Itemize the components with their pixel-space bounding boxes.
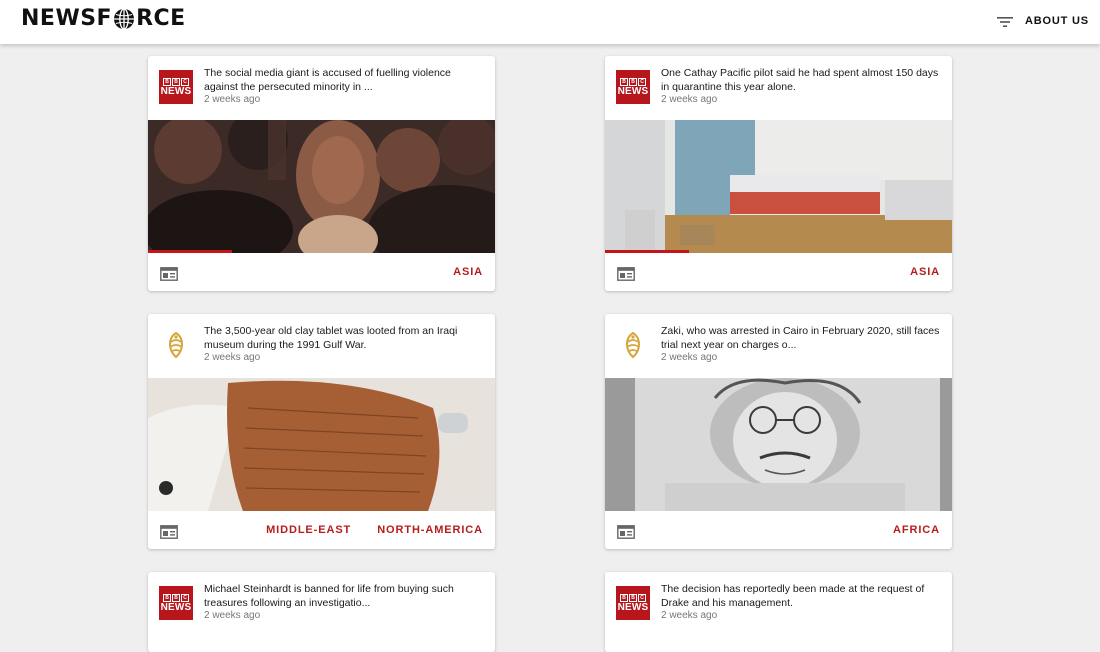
article-icon[interactable] [160, 267, 178, 281]
card-image[interactable] [605, 378, 952, 511]
card-timestamp: 2 weeks ago [661, 94, 718, 105]
article-icon[interactable] [617, 267, 635, 281]
tag-africa[interactable]: AFRICA [893, 524, 940, 536]
filter-icon[interactable] [997, 15, 1013, 29]
bbc-news-logo: BBC NEWS [159, 586, 193, 620]
globe-icon [114, 7, 135, 30]
card-image[interactable] [148, 378, 495, 511]
card-title[interactable]: The decision has reportedly been made at… [661, 582, 943, 610]
card-title[interactable]: Zaki, who was arrested in Cairo in Febru… [661, 324, 943, 352]
card-timestamp: 2 weeks ago [204, 352, 261, 363]
news-card[interactable]: BBC NEWS One Cathay Pacific pilot said h… [605, 56, 952, 291]
tag-north-america[interactable]: NORTH-AMERICA [377, 524, 483, 536]
card-image[interactable] [148, 120, 495, 253]
tag-asia[interactable]: ASIA [910, 266, 940, 278]
news-card[interactable]: BBC NEWS The social media giant is accus… [148, 56, 495, 291]
news-card[interactable]: BBC NEWS Michael Steinhardt is banned fo… [148, 572, 495, 652]
news-card[interactable]: Zaki, who was arrested in Cairo in Febru… [605, 314, 952, 549]
card-timestamp: 2 weeks ago [661, 610, 718, 621]
tag-middle-east[interactable]: MIDDLE-EAST [266, 524, 351, 536]
app-bar: NEWSF RCE ABOUT US [0, 0, 1100, 44]
al-jazeera-logo [169, 331, 183, 359]
card-title[interactable]: Michael Steinhardt is banned for life fr… [204, 582, 486, 610]
bbc-news-logo: BBC NEWS [159, 70, 193, 104]
bbc-news-logo: BBC NEWS [616, 586, 650, 620]
card-timestamp: 2 weeks ago [204, 610, 261, 621]
card-timestamp: 2 weeks ago [204, 94, 261, 105]
newsforce-logo[interactable]: NEWSF RCE [21, 6, 186, 31]
card-title[interactable]: The social media giant is accused of fue… [204, 66, 486, 94]
about-us-link[interactable]: ABOUT US [1025, 15, 1089, 27]
card-title[interactable]: One Cathay Pacific pilot said he had spe… [661, 66, 943, 94]
news-card[interactable]: The 3,500-year old clay tablet was loote… [148, 314, 495, 549]
bbc-news-logo: BBC NEWS [616, 70, 650, 104]
tag-asia[interactable]: ASIA [453, 266, 483, 278]
card-title[interactable]: The 3,500-year old clay tablet was loote… [204, 324, 486, 352]
article-icon[interactable] [617, 525, 635, 539]
card-timestamp: 2 weeks ago [661, 352, 718, 363]
news-card[interactable]: BBC NEWS The decision has reportedly bee… [605, 572, 952, 652]
al-jazeera-logo [626, 331, 640, 359]
article-icon[interactable] [160, 525, 178, 539]
card-image[interactable] [605, 120, 952, 253]
